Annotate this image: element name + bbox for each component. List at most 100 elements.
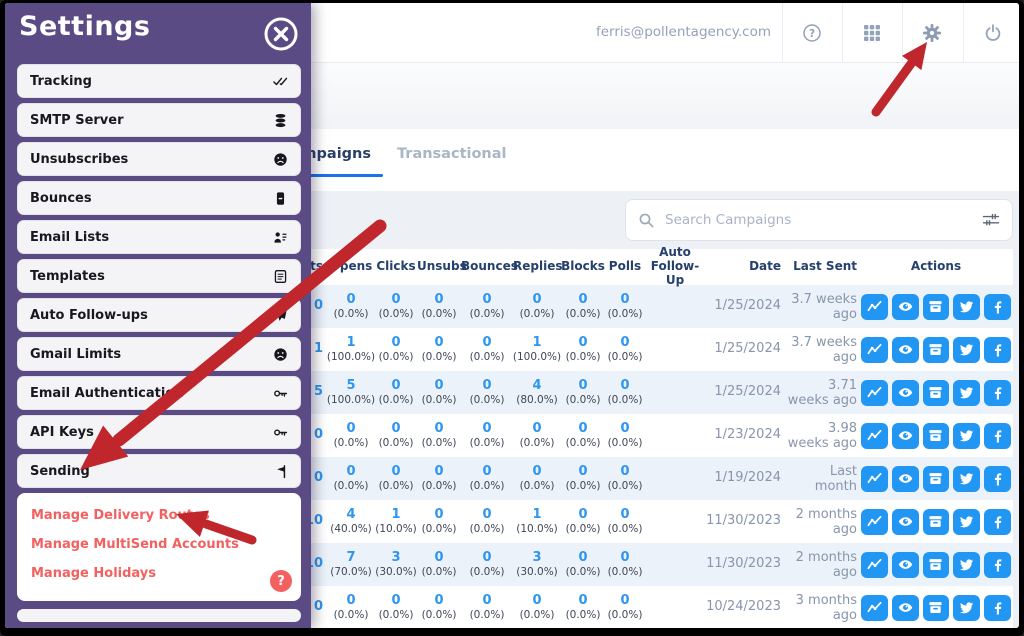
twitter-action-button[interactable] [953, 423, 980, 449]
tab-transactional[interactable]: Transactional [397, 146, 507, 162]
clicks-value[interactable]: 1 [391, 508, 400, 523]
blocks-value[interactable]: 0 [578, 465, 587, 480]
clicks-value[interactable]: 0 [391, 594, 400, 609]
bounces-value[interactable]: 0 [482, 293, 491, 308]
recipients-value[interactable]: 0 [314, 600, 323, 615]
menu-item-email-authentication[interactable]: Email Authentication [17, 376, 301, 410]
eye-action-button[interactable] [892, 380, 919, 406]
facebook-action-button[interactable] [984, 509, 1011, 535]
chart-action-button[interactable] [861, 595, 888, 621]
bounces-value[interactable]: 0 [482, 465, 491, 480]
clicks-value[interactable]: 0 [391, 336, 400, 351]
chart-action-button[interactable] [861, 423, 888, 449]
chart-action-button[interactable] [861, 509, 888, 535]
polls-value[interactable]: 0 [620, 379, 629, 394]
blocks-value[interactable]: 0 [578, 293, 587, 308]
polls-value[interactable]: 0 [620, 422, 629, 437]
apps-grid-icon[interactable] [842, 3, 902, 63]
replies-value[interactable]: 0 [532, 422, 541, 437]
chart-action-button[interactable] [861, 337, 888, 363]
power-icon[interactable] [963, 3, 1019, 63]
replies-value[interactable]: 0 [532, 465, 541, 480]
opens-value[interactable]: 0 [346, 422, 355, 437]
twitter-action-button[interactable] [953, 380, 980, 406]
recipients-value[interactable]: 1 [314, 342, 323, 357]
facebook-action-button[interactable] [984, 552, 1011, 578]
opens-value[interactable]: 0 [346, 293, 355, 308]
menu-item-templates[interactable]: Templates [17, 259, 301, 293]
manage-multisend-accounts-link[interactable]: Manage MultiSend Accounts [31, 530, 287, 559]
facebook-action-button[interactable] [984, 595, 1011, 621]
close-icon[interactable] [263, 16, 299, 52]
archive-action-button[interactable] [923, 552, 950, 578]
eye-action-button[interactable] [892, 509, 919, 535]
polls-value[interactable]: 0 [620, 508, 629, 523]
eye-action-button[interactable] [892, 294, 919, 320]
archive-action-button[interactable] [923, 294, 950, 320]
search-input[interactable] [663, 211, 982, 229]
clicks-value[interactable]: 0 [391, 293, 400, 308]
bounces-value[interactable]: 0 [482, 594, 491, 609]
unsubs-value[interactable]: 0 [434, 379, 443, 394]
bounces-value[interactable]: 0 [482, 508, 491, 523]
help-bubble[interactable]: ? [270, 570, 292, 592]
facebook-action-button[interactable] [984, 380, 1011, 406]
opens-value[interactable]: 1 [346, 336, 355, 351]
replies-value[interactable]: 1 [532, 508, 541, 523]
chart-action-button[interactable] [861, 294, 888, 320]
opens-value[interactable]: 4 [346, 508, 355, 523]
unsubs-value[interactable]: 0 [434, 293, 443, 308]
clicks-value[interactable]: 3 [391, 551, 400, 566]
menu-item-sending[interactable]: Sending [17, 454, 301, 488]
opens-value[interactable]: 7 [346, 551, 355, 566]
chart-action-button[interactable] [861, 552, 888, 578]
blocks-value[interactable]: 0 [578, 336, 587, 351]
archive-action-button[interactable] [923, 509, 950, 535]
polls-value[interactable]: 0 [620, 465, 629, 480]
menu-item-auto-follow-ups[interactable]: Auto Follow-ups [17, 298, 301, 332]
bounces-value[interactable]: 0 [482, 379, 491, 394]
manage-delivery-routes-link[interactable]: Manage Delivery Routes [31, 501, 287, 530]
replies-value[interactable]: 4 [532, 379, 541, 394]
recipients-value[interactable]: 0 [314, 299, 323, 314]
clicks-value[interactable]: 0 [391, 379, 400, 394]
twitter-action-button[interactable] [953, 552, 980, 578]
replies-value[interactable]: 1 [532, 336, 541, 351]
unsubs-value[interactable]: 0 [434, 422, 443, 437]
recipients-value[interactable]: 0 [314, 428, 323, 443]
twitter-action-button[interactable] [953, 595, 980, 621]
opens-value[interactable]: 5 [346, 379, 355, 394]
clicks-value[interactable]: 0 [391, 465, 400, 480]
unsubs-value[interactable]: 0 [434, 551, 443, 566]
archive-action-button[interactable] [923, 466, 950, 492]
manage-holidays-link[interactable]: Manage Holidays [31, 559, 287, 588]
blocks-value[interactable]: 0 [578, 594, 587, 609]
help-icon[interactable]: ? [782, 3, 842, 63]
recipients-value[interactable]: 0 [314, 471, 323, 486]
eye-action-button[interactable] [892, 552, 919, 578]
menu-item-bounces[interactable]: Bounces [17, 181, 301, 215]
recipients-value[interactable]: 5 [314, 385, 323, 400]
gear-icon[interactable] [902, 3, 962, 63]
blocks-value[interactable]: 0 [578, 422, 587, 437]
archive-action-button[interactable] [923, 423, 950, 449]
filter-icon[interactable] [982, 212, 1000, 228]
blocks-value[interactable]: 0 [578, 508, 587, 523]
eye-action-button[interactable] [892, 423, 919, 449]
bounces-value[interactable]: 0 [482, 422, 491, 437]
unsubs-value[interactable]: 0 [434, 594, 443, 609]
unsubs-value[interactable]: 0 [434, 465, 443, 480]
menu-item-gmail-limits[interactable]: Gmail Limits [17, 337, 301, 371]
replies-value[interactable]: 0 [532, 293, 541, 308]
menu-item-unsubscribes[interactable]: Unsubscribes [17, 142, 301, 176]
chart-action-button[interactable] [861, 466, 888, 492]
archive-action-button[interactable] [923, 380, 950, 406]
blocks-value[interactable]: 0 [578, 379, 587, 394]
replies-value[interactable]: 3 [532, 551, 541, 566]
eye-action-button[interactable] [892, 595, 919, 621]
twitter-action-button[interactable] [953, 337, 980, 363]
blocks-value[interactable]: 0 [578, 551, 587, 566]
polls-value[interactable]: 0 [620, 594, 629, 609]
replies-value[interactable]: 0 [532, 594, 541, 609]
menu-item-smtp-server[interactable]: SMTP Server [17, 103, 301, 137]
